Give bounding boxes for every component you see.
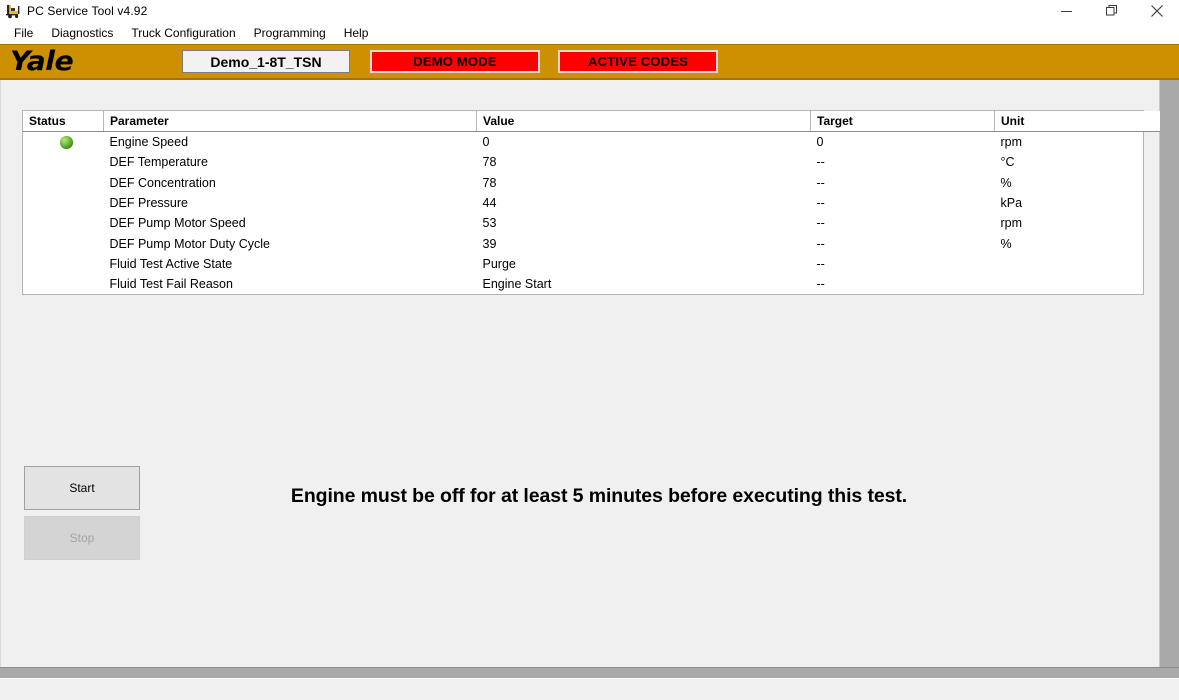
unit-cell: rpm bbox=[995, 132, 1179, 153]
unit-cell: kPa bbox=[995, 193, 1179, 213]
target-cell: -- bbox=[811, 254, 995, 274]
table-row[interactable]: DEF Pump Motor Duty Cycle 39 -- % bbox=[23, 233, 1179, 253]
table-header-row: Status Parameter Value Target Unit bbox=[23, 111, 1179, 132]
menu-item-programming[interactable]: Programming bbox=[245, 23, 335, 43]
vertical-scrollbar[interactable] bbox=[1160, 80, 1179, 667]
column-header-status[interactable]: Status bbox=[23, 111, 104, 132]
column-header-unit[interactable]: Unit bbox=[995, 111, 1179, 132]
status-cell bbox=[23, 132, 104, 153]
title-bar: PC Service Tool v4.92 bbox=[0, 0, 1179, 22]
parameter-cell: DEF Pump Motor Speed bbox=[104, 213, 477, 233]
menu-item-file[interactable]: File bbox=[5, 23, 42, 43]
target-cell: -- bbox=[811, 173, 995, 193]
parameter-cell: Fluid Test Fail Reason bbox=[104, 274, 477, 294]
stop-button: Stop bbox=[24, 516, 140, 560]
window-title: PC Service Tool v4.92 bbox=[27, 0, 147, 22]
table-row[interactable]: Fluid Test Fail Reason Engine Start -- bbox=[23, 274, 1179, 294]
unit-cell: % bbox=[995, 173, 1179, 193]
value-cell: 0 bbox=[477, 132, 811, 153]
value-cell: 44 bbox=[477, 193, 811, 213]
target-cell: -- bbox=[811, 193, 995, 213]
status-cell bbox=[23, 213, 104, 233]
parameter-cell: Fluid Test Active State bbox=[104, 254, 477, 274]
column-header-target[interactable]: Target bbox=[811, 111, 995, 132]
menu-item-help[interactable]: Help bbox=[335, 23, 378, 43]
parameter-cell: DEF Concentration bbox=[104, 173, 477, 193]
yale-logo: Yale bbox=[10, 48, 73, 75]
parameter-cell: DEF Pump Motor Duty Cycle bbox=[104, 233, 477, 253]
unit-cell: % bbox=[995, 233, 1179, 253]
unit-cell bbox=[995, 274, 1179, 294]
value-cell: Engine Start bbox=[477, 274, 811, 294]
parameter-cell: DEF Pressure bbox=[104, 193, 477, 213]
target-cell: 0 bbox=[811, 132, 995, 153]
truck-model-field[interactable]: Demo_1-8T_TSN bbox=[182, 50, 350, 73]
status-cell bbox=[23, 152, 104, 172]
menu-item-truck-configuration[interactable]: Truck Configuration bbox=[122, 23, 244, 43]
close-button[interactable] bbox=[1134, 0, 1179, 22]
forklift-icon bbox=[5, 2, 23, 20]
horizontal-scrollbar[interactable] bbox=[0, 667, 1179, 678]
status-cell bbox=[23, 274, 104, 294]
target-cell: -- bbox=[811, 152, 995, 172]
table-row[interactable]: DEF Pressure 44 -- kPa bbox=[23, 193, 1179, 213]
menu-item-diagnostics[interactable]: Diagnostics bbox=[42, 23, 122, 43]
no-status-icon bbox=[60, 236, 73, 249]
restore-button[interactable] bbox=[1089, 0, 1134, 22]
value-cell: Purge bbox=[477, 254, 811, 274]
window-controls bbox=[1044, 0, 1179, 22]
table-row[interactable]: DEF Temperature 78 -- °C bbox=[23, 152, 1179, 172]
target-cell: -- bbox=[811, 233, 995, 253]
table-body: Engine Speed 0 0 rpm DEF Temperature 78 … bbox=[23, 132, 1179, 295]
minimize-button[interactable] bbox=[1044, 0, 1089, 22]
table-row[interactable]: Fluid Test Active State Purge -- bbox=[23, 254, 1179, 274]
no-status-icon bbox=[60, 154, 73, 167]
table-row[interactable]: DEF Pump Motor Speed 53 -- rpm bbox=[23, 213, 1179, 233]
status-cell bbox=[23, 173, 104, 193]
content-area: Status Parameter Value Target Unit Engin… bbox=[0, 80, 1160, 667]
active-codes-indicator[interactable]: ACTIVE CODES bbox=[558, 50, 718, 73]
no-status-icon bbox=[60, 175, 73, 188]
demo-mode-indicator[interactable]: DEMO MODE bbox=[370, 50, 540, 73]
status-cell bbox=[23, 193, 104, 213]
value-cell: 78 bbox=[477, 173, 811, 193]
table-row[interactable]: DEF Concentration 78 -- % bbox=[23, 173, 1179, 193]
instruction-message: Engine must be off for at least 5 minute… bbox=[269, 485, 929, 508]
menu-bar: File Diagnostics Truck Configuration Pro… bbox=[0, 22, 1179, 44]
target-cell: -- bbox=[811, 274, 995, 294]
status-bar bbox=[0, 678, 1179, 700]
unit-cell bbox=[995, 254, 1179, 274]
start-button[interactable]: Start bbox=[24, 466, 140, 510]
unit-cell: °C bbox=[995, 152, 1179, 172]
parameter-table: Status Parameter Value Target Unit Engin… bbox=[22, 110, 1144, 295]
column-header-value[interactable]: Value bbox=[477, 111, 811, 132]
no-status-icon bbox=[60, 256, 73, 269]
green-led-icon bbox=[60, 136, 73, 149]
no-status-icon bbox=[60, 195, 73, 208]
table-row[interactable]: Engine Speed 0 0 rpm bbox=[23, 132, 1179, 153]
no-status-icon bbox=[60, 276, 73, 289]
parameter-cell: DEF Temperature bbox=[104, 152, 477, 172]
no-status-icon bbox=[60, 215, 73, 228]
status-cell bbox=[23, 254, 104, 274]
value-cell: 53 bbox=[477, 213, 811, 233]
value-cell: 78 bbox=[477, 152, 811, 172]
status-cell bbox=[23, 233, 104, 253]
parameter-cell: Engine Speed bbox=[104, 132, 477, 153]
unit-cell: rpm bbox=[995, 213, 1179, 233]
target-cell: -- bbox=[811, 213, 995, 233]
column-header-parameter[interactable]: Parameter bbox=[104, 111, 477, 132]
value-cell: 39 bbox=[477, 233, 811, 253]
